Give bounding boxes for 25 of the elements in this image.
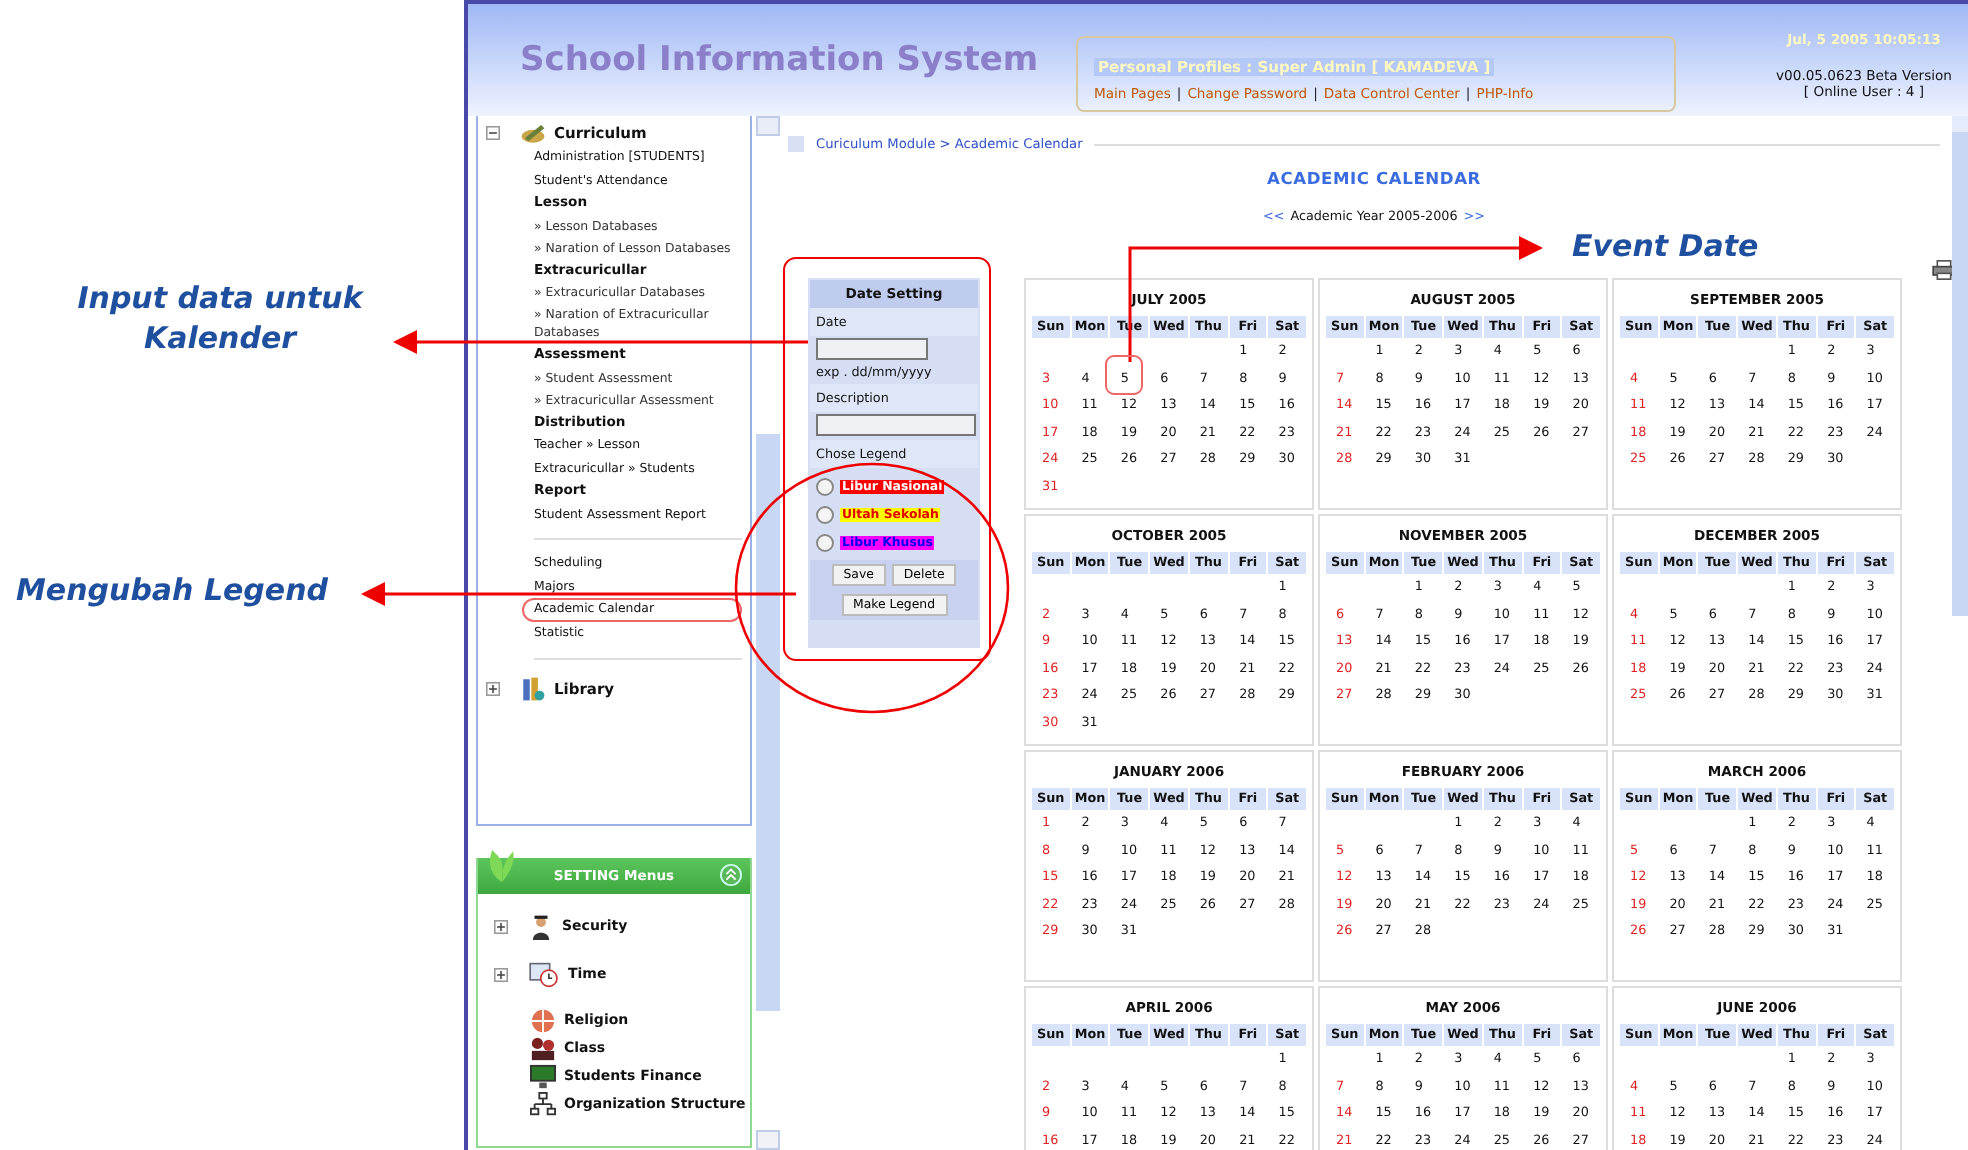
tree-toggle-icon[interactable] [486,126,500,140]
leaf-icon [486,846,518,886]
tree-toggle-icon[interactable] [486,681,500,695]
tree-toggle-icon[interactable] [494,967,508,981]
date-input[interactable] [816,338,928,360]
annotation-label: Mengubah Legend [16,572,329,611]
collapse-icon[interactable] [720,864,742,886]
annotation-label: Event Date [1572,228,1759,267]
monitor-icon [530,1063,556,1089]
annotation-outline [1105,355,1143,395]
books-icon [520,675,546,701]
radio-button[interactable] [816,505,834,523]
globe-icon [530,1007,556,1033]
clock-icon [528,961,560,987]
pencil-icon [520,120,546,146]
annotation-label: Input data untuk Kalender [75,280,366,358]
radio-button[interactable] [816,533,834,551]
radio-button[interactable] [816,477,834,495]
description-input[interactable] [816,414,976,436]
tree-toggle-icon[interactable] [494,919,508,933]
page-title: ACADEMIC CALENDAR [1264,168,1483,188]
person-icon [528,913,554,939]
people-icon [530,1035,556,1061]
org-chart-icon [530,1091,556,1117]
app-title: School Information System [520,40,1041,80]
